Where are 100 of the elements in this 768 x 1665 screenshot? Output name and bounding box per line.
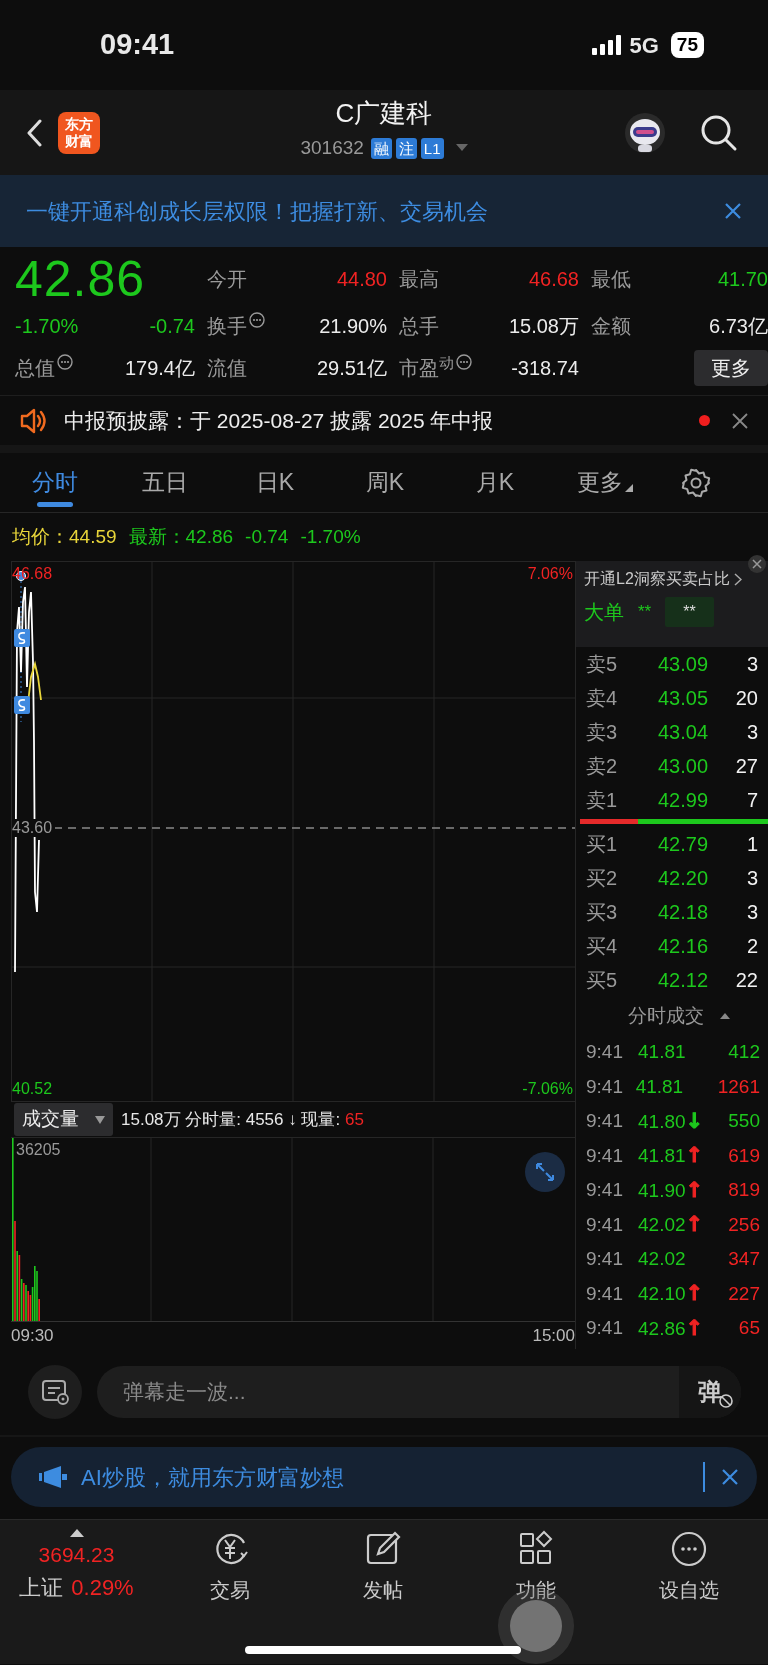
stock-tag: 注: [395, 137, 417, 159]
stat-label: 金额: [591, 314, 631, 339]
back-icon[interactable]: [26, 118, 42, 147]
order-price: 42.99: [656, 788, 710, 813]
stat-label: 市盈$^{动}$: [399, 353, 454, 381]
sort-icon[interactable]: [720, 1013, 730, 1019]
expand-icon[interactable]: [525, 1152, 565, 1192]
stock-tag: 融: [370, 137, 392, 159]
order-level-label: 卖4: [586, 686, 619, 711]
info-icon[interactable]: [57, 354, 73, 370]
latest-price: 最新：42.86: [128, 524, 234, 549]
info-icon[interactable]: [249, 312, 265, 328]
order-level-label: 买1: [586, 832, 619, 857]
order-price: 43.00: [656, 754, 710, 779]
order-level-label: 卖2: [586, 754, 619, 779]
trade-volume: 65: [737, 1316, 760, 1340]
order-price: 42.18: [656, 900, 710, 925]
big-order-value: **: [638, 601, 652, 624]
trade-time: 9:41: [586, 1074, 624, 1099]
comment-field[interactable]: 弹幕走一波... 弹: [97, 1366, 741, 1418]
axis-label: 46.68: [12, 565, 53, 583]
trade-time: 9:41: [586, 1212, 624, 1237]
megaphone-icon: [39, 1466, 67, 1488]
notice-text[interactable]: 中报预披露：于 2025-08-27 披露 2025 年中报: [64, 404, 494, 437]
order-volume: 2: [745, 934, 758, 959]
trend-arrow: ↑: [685, 1281, 704, 1305]
stat-label: 流值: [207, 356, 247, 381]
nav-tab[interactable]: 交易: [153, 1528, 306, 1664]
trade-volume: 619: [727, 1143, 760, 1168]
stat-value: 29.51亿: [315, 356, 387, 381]
order-price: 43.09: [656, 652, 710, 677]
send-danmaku-button[interactable]: 弹: [679, 1366, 741, 1418]
settings-icon[interactable]: [680, 466, 712, 499]
robot-avatar-icon[interactable]: [624, 111, 666, 154]
stat-label: 总值: [15, 356, 55, 381]
stat-value: 21.90%: [318, 314, 387, 339]
chart-tab[interactable]: 更多: [550, 452, 660, 513]
stat-value: 15.08万: [507, 314, 579, 339]
chart-tab[interactable]: 日K: [220, 452, 330, 513]
order-price: 42.12: [656, 968, 710, 993]
order-level-label: 买5: [586, 968, 619, 993]
order-volume: 27: [734, 754, 758, 779]
close-icon[interactable]: [721, 1468, 739, 1486]
trade-volume: 347: [727, 1247, 760, 1271]
trade-price: 41.81: [635, 1075, 684, 1097]
order-level-label: 卖1: [586, 788, 619, 813]
order-volume: 1: [745, 832, 758, 857]
axis-label: 43.60: [12, 819, 56, 837]
trade-volume: 256: [727, 1212, 760, 1237]
trade-price: 41.80: [638, 1110, 686, 1132]
change-value: -0.74: [245, 524, 289, 549]
trade-time: 9:41: [586, 1143, 624, 1168]
index-change: 0.29%: [71, 1573, 134, 1602]
trade-price: 42.86: [638, 1317, 686, 1339]
change-value: -0.74: [148, 314, 195, 339]
trade-price: 41.81: [638, 1041, 686, 1062]
stock-code: 301632: [300, 136, 364, 160]
nav-tab[interactable]: 功能: [459, 1528, 612, 1664]
change-percent: -1.70%: [15, 314, 80, 339]
average-price: 均价：44.59: [12, 524, 117, 549]
stat-value: 44.80: [335, 267, 387, 292]
trend-arrow: ↑: [685, 1177, 704, 1202]
trade-price: 42.02: [638, 1214, 686, 1235]
stat-label: 最低: [591, 267, 631, 292]
signal-icon: [591, 35, 622, 55]
stat-value: 179.4亿: [123, 356, 195, 381]
trade-price: 42.02: [638, 1248, 686, 1269]
order-level-label: 买4: [586, 934, 619, 959]
axis-label: 40.52: [12, 1080, 53, 1098]
axis-label: -7.06%: [522, 1080, 573, 1098]
index-quote-button[interactable]: 3694.23 上证 0.29%: [0, 1528, 153, 1664]
stat-value: 46.68: [527, 267, 579, 292]
caret-icon[interactable]: [455, 144, 468, 153]
chart-tab[interactable]: 月K: [440, 452, 550, 513]
axis-label: 7.06%: [527, 565, 573, 583]
l2-promo-link[interactable]: 开通L2洞察买卖占比: [584, 567, 730, 591]
order-volume: 3: [745, 652, 758, 677]
nav-tab[interactable]: 设自选: [612, 1528, 765, 1664]
order-volume: 3: [745, 866, 758, 891]
more-button[interactable]: 更多: [694, 350, 768, 386]
info-icon[interactable]: [456, 354, 472, 370]
trade-price: 41.81: [638, 1145, 686, 1166]
chart-tab[interactable]: 分时: [0, 452, 110, 513]
indicator-dropdown[interactable]: 成交量: [14, 1103, 113, 1136]
order-price: 43.04: [656, 720, 710, 745]
last-price: 42.86: [15, 253, 147, 305]
chart-tab[interactable]: 五日: [110, 452, 220, 513]
search-icon[interactable]: [700, 113, 738, 152]
close-icon[interactable]: [748, 555, 766, 573]
close-icon[interactable]: [732, 412, 748, 429]
trade-time: 9:41: [586, 1040, 624, 1064]
close-icon[interactable]: [724, 202, 742, 220]
ai-promo-text[interactable]: AI炒股，就用东方财富妙想: [81, 1460, 344, 1494]
trade-volume: 412: [727, 1040, 760, 1064]
nav-tab[interactable]: 发帖: [306, 1528, 459, 1664]
order-level-label: 卖3: [586, 720, 619, 745]
chart-tab[interactable]: 周K: [330, 452, 440, 513]
danmaku-settings-icon[interactable]: [27, 1364, 83, 1420]
battery-indicator: 75: [670, 32, 704, 58]
trend-arrow: ↑: [685, 1143, 704, 1167]
